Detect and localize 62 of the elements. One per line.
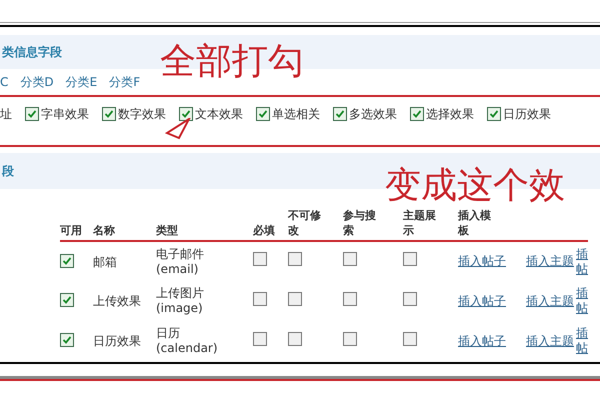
pointer-triangle-icon [165,118,191,140]
category-tab[interactable]: 分类F [109,73,140,91]
category-tab[interactable]: 分类E [66,73,98,91]
column-header: 不可修改 [288,208,322,238]
annotation-text: 全部打勾 [160,40,304,84]
checkbox[interactable] [256,107,270,121]
insert-link[interactable]: 插入帖子 [458,254,508,269]
checkbox[interactable] [60,333,74,347]
insert-link[interactable]: 插入帖子 [458,334,508,348]
insert-link[interactable]: 插帖 [576,286,588,316]
checkbox[interactable] [343,292,357,306]
field-name: 日历效果 [93,334,141,348]
column-header: 参与搜索 [343,208,377,238]
field-type: 电子邮件(email) [156,246,205,276]
annotation-text: 变成这个效 [385,166,565,206]
checkbox[interactable] [333,107,347,121]
column-header: 插入模板 [458,208,492,238]
checkbox[interactable] [253,292,267,306]
insert-link[interactable]: 插入主题 [526,254,576,269]
checkbox[interactable] [179,107,193,121]
category-tab[interactable]: 分类D [20,73,54,91]
option-label: 数字效果 [118,106,166,123]
column-header: 主题展示 [403,208,437,238]
option-label: 文本效果 [195,106,243,123]
checkbox[interactable] [343,252,357,266]
checkbox[interactable] [102,107,116,121]
checkbox[interactable] [288,332,302,346]
field-name: 邮箱 [93,254,117,268]
checkbox[interactable] [253,332,267,346]
insert-link[interactable]: 插入主题 [526,334,576,348]
checkbox[interactable] [253,252,267,266]
column-header: 可用 [60,223,83,238]
insert-link[interactable]: 插入主题 [526,294,576,308]
category-tab[interactable]: C [0,73,8,91]
section-title: 类信息字段 [2,44,62,61]
checkbox[interactable] [343,332,357,346]
checkbox[interactable] [403,332,417,346]
option-label: 日历效果 [503,106,551,123]
checkbox[interactable] [410,107,424,121]
option-label: 多选效果 [349,106,397,123]
option-label: 址 [0,106,12,123]
option-label: 选择效果 [426,106,474,123]
checkbox[interactable] [403,252,417,266]
section-title: 段 [2,163,14,180]
checkbox[interactable] [288,292,302,306]
column-header: 必填 [253,223,276,238]
insert-link[interactable]: 插帖 [576,326,588,356]
field-name: 上传效果 [93,294,141,308]
insert-link[interactable]: 插帖 [576,246,588,276]
insert-link[interactable]: 插入帖子 [458,294,508,308]
checkbox[interactable] [487,107,501,121]
checkbox[interactable] [25,107,39,121]
column-header: 名称 [93,223,116,238]
option-label: 字串效果 [41,106,89,123]
checkbox[interactable] [60,293,74,307]
field-type: 上传图片(image) [156,286,205,316]
column-header: 类型 [156,223,179,238]
checkbox[interactable] [403,292,417,306]
checkbox[interactable] [60,254,74,268]
field-type: 日历(calendar) [156,326,219,356]
checkbox[interactable] [288,252,302,266]
option-label: 单选相关 [272,106,320,123]
